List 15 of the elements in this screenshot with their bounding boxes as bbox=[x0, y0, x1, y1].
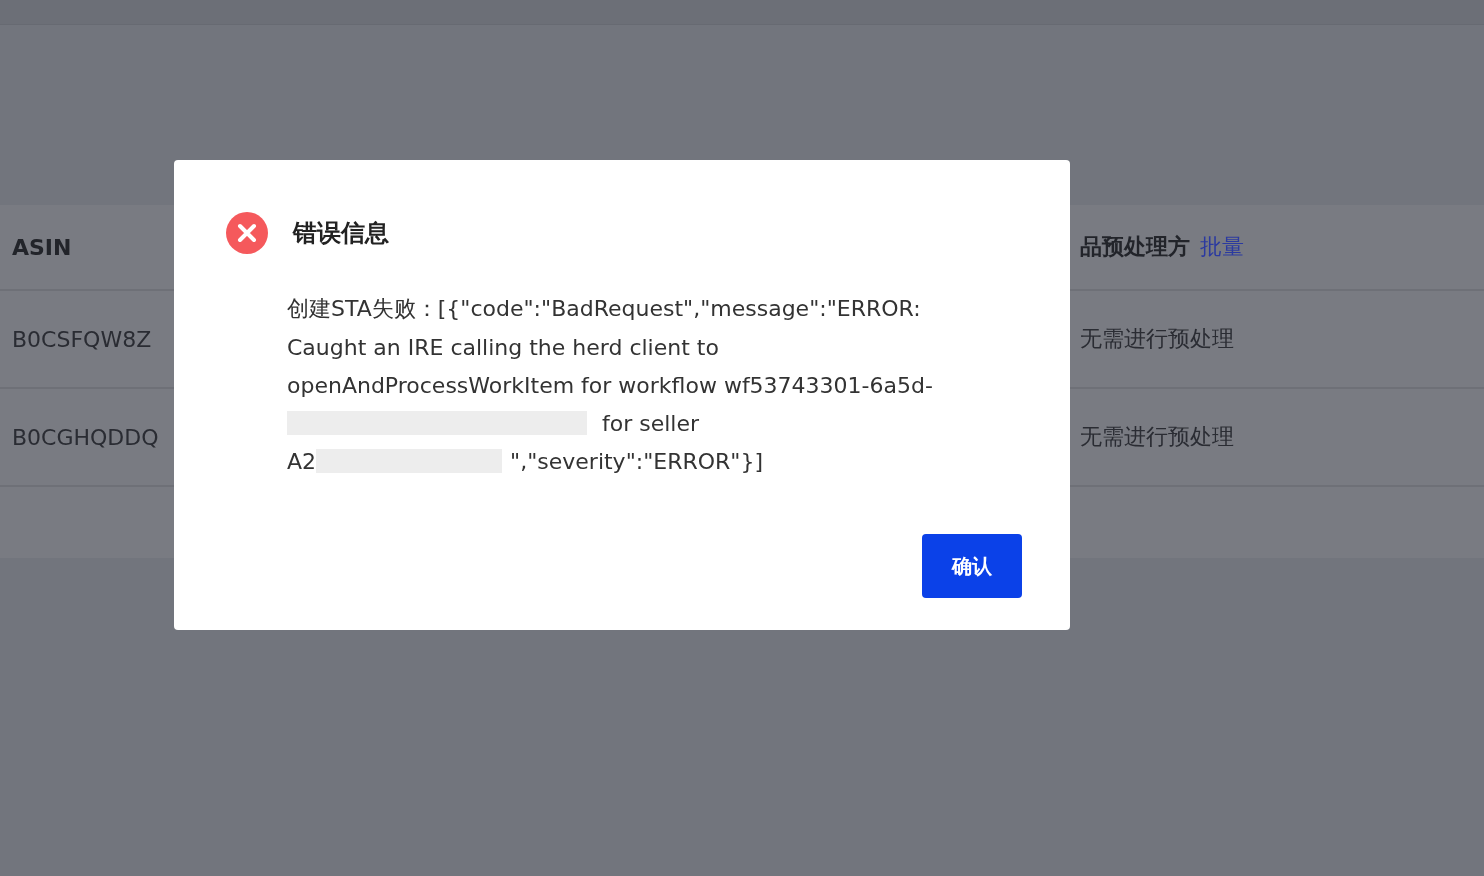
error-icon bbox=[226, 212, 268, 254]
confirm-button[interactable]: 确认 bbox=[922, 534, 1022, 598]
dialog-title: 错误信息 bbox=[293, 218, 389, 249]
table-cell-text: 无需进行预处理 bbox=[1080, 325, 1234, 353]
column-header: 品预处理方 bbox=[1080, 233, 1190, 261]
message-text: ","severity":"ERROR"}] bbox=[510, 448, 764, 474]
column-header: ASIN bbox=[12, 234, 72, 260]
message-text: A2 bbox=[287, 448, 317, 474]
table-cell: B0CGHQDDQ bbox=[12, 424, 159, 450]
message-text: openAndProcessWorkItem for workflow wf53743301-6a5d- bbox=[287, 372, 933, 398]
message-text: for seller bbox=[601, 410, 700, 436]
table-cell-text: 无需进行预处理 bbox=[1080, 423, 1234, 451]
message-text: Caught an IRE calling the herd client to bbox=[287, 334, 719, 360]
table-cell: B0CSFQW8Z bbox=[12, 326, 152, 352]
message-text: 创建STA失败：[{"code":"BadRequest","message":"ERROR: bbox=[287, 295, 921, 323]
